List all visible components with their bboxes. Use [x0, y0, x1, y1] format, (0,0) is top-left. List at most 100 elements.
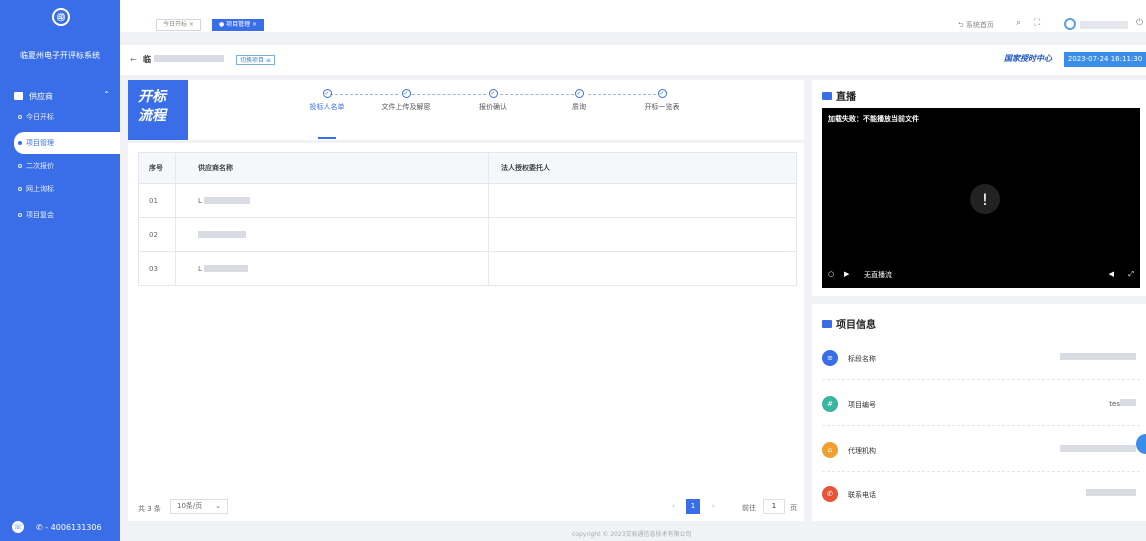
home-icon: ⮌: [958, 21, 966, 29]
check-circle-icon: ✓: [401, 89, 411, 98]
goto-label: 前往: [742, 504, 756, 512]
monitor-icon: [822, 91, 832, 100]
step-opening-summary[interactable]: ✓ 开标一览表: [632, 89, 692, 112]
time-center-logo: 国家授时中心: [1004, 54, 1052, 63]
blurred-text: [1060, 353, 1136, 360]
back-arrow-icon[interactable]: ←: [130, 55, 137, 64]
header-proxy: 法人授权委托人: [501, 164, 550, 172]
datetime-display: 2023-07-24 16:11:30: [1064, 52, 1146, 67]
sidebar-item-online-inquiry[interactable]: 网上询标: [0, 178, 120, 200]
logo-icon: ㊞: [52, 8, 70, 26]
project-title-prefix: 临: [143, 55, 151, 64]
cell-supplier-name: L: [176, 184, 489, 217]
fullscreen-icon[interactable]: ⛶: [1034, 18, 1040, 28]
top-bar: 今日开标 × ● 项目管理 × ⮌ 系统首页 ⌕ ⛶ ⏻: [120, 0, 1146, 32]
project-info-panel: 项目信息 ≡ 标段名称 # 项目编号 tes ⌂ 代理机构 ✆ 联系电话: [812, 304, 1146, 521]
hotline: ☏ ✆ - 4006131306: [0, 513, 120, 541]
blurred-text: [153, 55, 224, 62]
opening-flow-panel: 开标 流程 ✓ 投标人名单 ✓ 文件上传及解密 ✓ 报价确认 ✓ 质询 ✓ 开标一览表: [128, 80, 804, 140]
tab-today-opening[interactable]: 今日开标 ×: [156, 19, 201, 31]
total-count: 共 3 条: [138, 505, 161, 513]
page-size-value: 10条/页: [177, 502, 203, 510]
project-header: ← 临 切换项目 ≡ 国家授时中心 2023-07-24 16:11:30: [120, 45, 1146, 75]
page-size-select[interactable]: 10条/页 ⌄: [170, 499, 228, 514]
volume-icon[interactable]: ◀: [1109, 270, 1114, 278]
step-label: 质询: [572, 103, 586, 111]
flow-title-line1: 开标: [138, 89, 166, 105]
bidder-table: 序号 供应商名称 法人授权委托人 01 L 02 03 L: [138, 152, 797, 286]
info-title-text: 项目信息: [836, 320, 876, 331]
blurred-text: [1120, 399, 1136, 406]
step-label: 投标人名单: [309, 103, 345, 111]
step-quote-confirm[interactable]: ✓ 报价确认: [463, 89, 523, 112]
copyright: copyright © 2023交易通信息技术有限公司: [572, 531, 692, 538]
header-no: 序号: [139, 153, 176, 183]
home-link[interactable]: ⮌ 系统首页: [958, 20, 994, 32]
dot-icon: [18, 213, 22, 217]
table-row: 01 L: [139, 183, 796, 217]
sidebar-item-project-management[interactable]: 项目管理: [14, 132, 120, 154]
check-circle-icon: ✓: [657, 89, 667, 98]
info-row-phone: ✆ 联系电话: [822, 476, 1140, 516]
info-value: [1060, 353, 1136, 362]
active-step-indicator: [318, 137, 336, 139]
table-row: 02: [139, 217, 796, 251]
supplier-name-prefix: L: [198, 196, 202, 205]
goto-page-input[interactable]: 1: [763, 499, 785, 514]
info-value: tes: [1109, 399, 1136, 408]
fullscreen-icon[interactable]: ⤢: [1128, 270, 1134, 279]
menu-group-supplier[interactable]: 供应商 ⌃: [0, 88, 120, 104]
switch-project-button[interactable]: 切换项目 ≡: [236, 55, 275, 65]
sidebar-item-label: 项目管理: [26, 139, 54, 147]
video-player[interactable]: 加载失败：不能播放当前文件 ! ○ ▶ 无直播流 ◀ ⤢: [822, 108, 1140, 288]
sidebar-item-today-opening[interactable]: 今日开标: [0, 106, 120, 128]
play-icon[interactable]: ▶: [844, 270, 849, 278]
tab-project-management[interactable]: ● 项目管理 ×: [212, 19, 265, 31]
info-label: 标段名称: [848, 355, 876, 363]
next-page-button[interactable]: ›: [712, 499, 715, 514]
doc-icon: ≡: [822, 350, 838, 366]
check-circle-icon: ✓: [488, 89, 498, 98]
step-inquiry[interactable]: ✓ 质询: [549, 89, 609, 112]
info-row-agency: ⌂ 代理机构: [822, 432, 1140, 472]
live-title: 直播: [822, 88, 856, 103]
code-icon: #: [822, 396, 838, 412]
cell-supplier-name: [176, 218, 489, 251]
record-icon[interactable]: ○: [828, 270, 834, 278]
info-label: 项目编号: [848, 401, 876, 409]
power-icon[interactable]: ⏻: [1136, 18, 1143, 28]
hotline-number: - 4006131306: [45, 522, 102, 532]
search-icon[interactable]: ⌕: [1016, 18, 1021, 28]
header-supplier-name: 供应商名称: [176, 153, 489, 183]
headset-icon: ☏: [12, 521, 24, 533]
prev-page-button[interactable]: ‹: [672, 499, 675, 514]
blurred-text: [1060, 445, 1136, 452]
project-title: 临: [143, 54, 224, 65]
step-label: 文件上传及解密: [381, 103, 431, 111]
avatar[interactable]: [1064, 18, 1076, 30]
page-suffix: 页: [790, 504, 797, 512]
dot-icon: [18, 164, 22, 168]
flow-title: 开标 流程: [128, 80, 188, 140]
dot-icon: [18, 141, 22, 145]
table-header: 序号 供应商名称 法人授权委托人: [139, 153, 796, 183]
no-signal-label: 无直播流: [864, 271, 892, 279]
sidebar-item-second-quote[interactable]: 二次报价: [0, 155, 120, 177]
sidebar: ㊞ 临夏州电子开评标系统 供应商 ⌃ 今日开标 项目管理 二次报价 网上询标 项…: [0, 0, 120, 541]
dot-icon: [18, 187, 22, 191]
sidebar-item-label: 项目复会: [26, 211, 54, 219]
cell-no: 01: [139, 184, 176, 217]
step-bidder-list[interactable]: ✓ 投标人名单: [297, 89, 357, 112]
info-row-project-code: # 项目编号 tes: [822, 386, 1140, 426]
table-row: 03 L: [139, 251, 796, 285]
blurred-text: [203, 265, 248, 272]
info-label: 代理机构: [848, 447, 876, 455]
username-blurred[interactable]: [1080, 21, 1128, 29]
chevron-down-icon: ⌄: [215, 502, 221, 510]
blurred-text: [1086, 489, 1136, 496]
flow-title-line2: 流程: [138, 108, 166, 124]
step-file-upload[interactable]: ✓ 文件上传及解密: [376, 89, 436, 112]
page-1-button[interactable]: 1: [686, 499, 700, 514]
sidebar-item-project-resume[interactable]: 项目复会: [0, 204, 120, 226]
info-value: [1086, 489, 1136, 498]
